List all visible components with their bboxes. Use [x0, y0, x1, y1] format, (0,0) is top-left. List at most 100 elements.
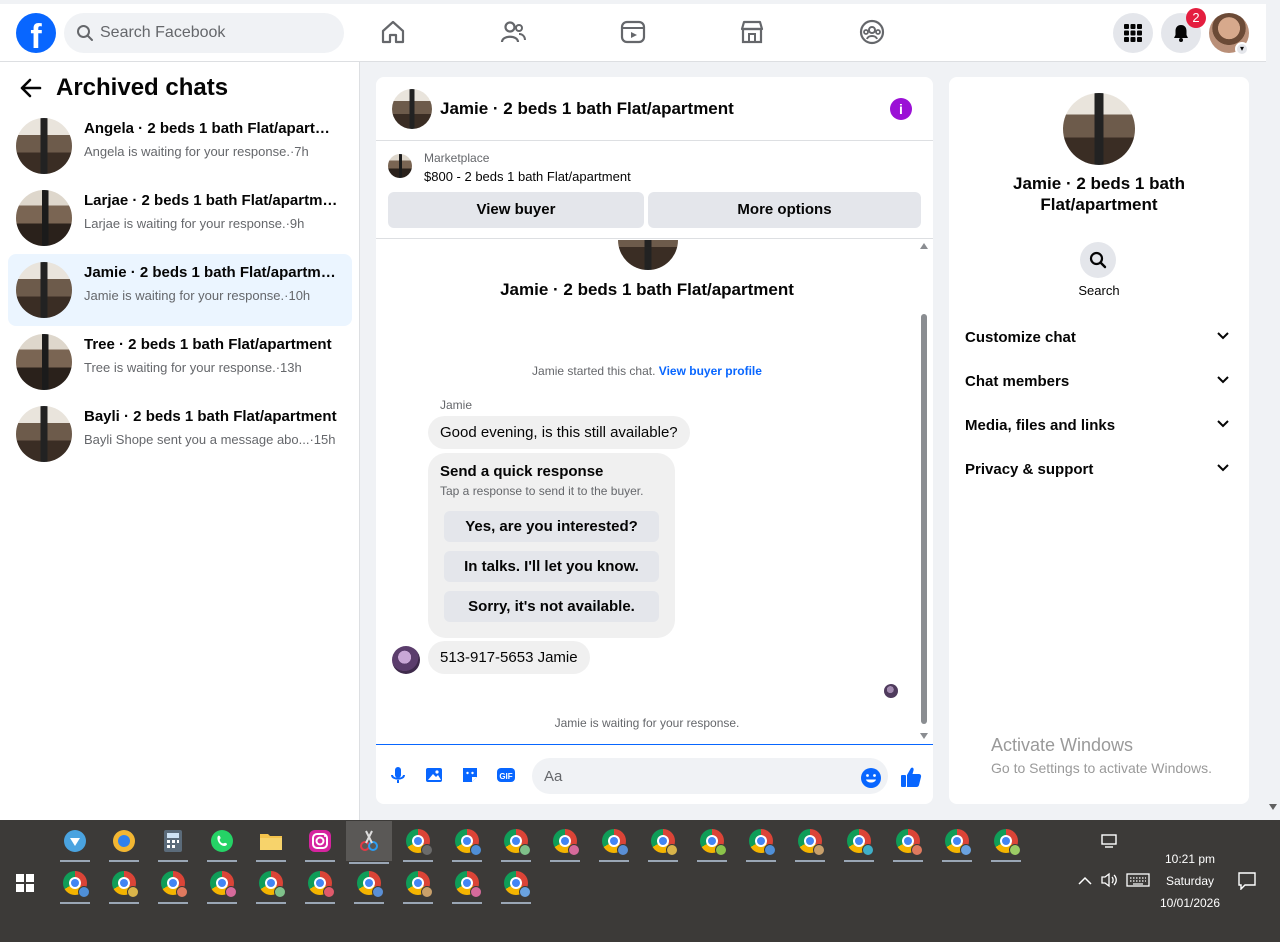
chat-avatar — [16, 262, 72, 318]
message-list[interactable]: Jamie · 2 beds 1 bath Flat/apartment Jam… — [376, 240, 933, 744]
chrome-profile-11[interactable] — [890, 823, 926, 862]
chrome-profile-13[interactable] — [988, 823, 1024, 862]
chrome-profile-8[interactable] — [743, 823, 779, 862]
chrome-profile-6[interactable] — [645, 823, 681, 862]
marketplace-icon[interactable] — [738, 18, 766, 46]
volume-icon[interactable] — [1100, 872, 1118, 888]
chat-avatar — [16, 406, 72, 462]
scroll-down-arrow-icon[interactable] — [920, 733, 928, 739]
gif-icon[interactable]: GIF — [496, 765, 516, 785]
view-buyer-profile-link[interactable]: View buyer profile — [659, 364, 762, 378]
message-bubble[interactable]: Good evening, is this still available? — [428, 416, 690, 449]
chrome-profile-21[interactable] — [400, 865, 436, 904]
sender-avatar[interactable] — [392, 646, 420, 674]
chrome-profile-20[interactable] — [351, 865, 387, 904]
listing-thumbnail[interactable] — [388, 154, 412, 178]
chrome-profile-2[interactable] — [449, 823, 485, 862]
chrome-profile-5[interactable] — [596, 823, 632, 862]
chevron-down-icon — [1217, 376, 1229, 384]
windows-start-icon[interactable] — [16, 874, 34, 892]
chrome-profile-19[interactable] — [302, 865, 338, 904]
taskbar-app[interactable] — [155, 823, 191, 862]
scroll-up-arrow-icon[interactable] — [920, 243, 928, 249]
network-icon[interactable] — [1101, 834, 1119, 848]
chat-item-tree[interactable]: Tree · 2 beds 1 bath Flat/apartment Tree… — [8, 326, 352, 398]
taskbar-app[interactable] — [204, 823, 240, 862]
taskbar-app[interactable] — [253, 823, 289, 862]
chevron-down-icon[interactable]: ▾ — [1235, 42, 1249, 56]
chrome-profile-4[interactable] — [547, 823, 583, 862]
chrome-icon — [651, 829, 678, 856]
taskbar-app[interactable] — [302, 823, 338, 862]
back-arrow-icon[interactable] — [20, 78, 42, 98]
conversation-title[interactable]: Jamie · 2 beds 1 bath Flat/apartment — [440, 99, 734, 119]
message-bubble[interactable]: 513-917-5653 Jamie — [428, 641, 590, 674]
bell-icon — [1174, 25, 1188, 42]
view-buyer-button[interactable]: View buyer — [388, 192, 644, 228]
message-scrollbar-thumb[interactable] — [921, 314, 927, 724]
sticker-icon[interactable] — [460, 765, 480, 785]
quick-response-option[interactable]: Yes, are you interested? — [444, 511, 659, 542]
shield-app-icon — [64, 830, 86, 852]
customize-chat-section[interactable]: Customize chat — [965, 320, 1235, 356]
search-input[interactable] — [100, 13, 330, 53]
search-icon — [77, 25, 93, 41]
instagram-icon — [309, 830, 331, 852]
details-avatar[interactable] — [1063, 93, 1135, 165]
taskbar-app-active[interactable] — [346, 821, 392, 864]
chat-item-jamie[interactable]: Jamie · 2 beds 1 bath Flat/apartment Jam… — [8, 254, 352, 326]
chrome-profile-12[interactable] — [939, 823, 975, 862]
quick-response-option[interactable]: Sorry, it's not available. — [444, 591, 659, 622]
chrome-profile-18[interactable] — [253, 865, 289, 904]
chrome-icon — [161, 871, 188, 898]
chat-avatar — [16, 190, 72, 246]
taskbar-app[interactable] — [57, 823, 93, 862]
video-icon[interactable] — [619, 18, 647, 46]
privacy-support-section[interactable]: Privacy & support — [965, 452, 1235, 488]
chrome-profile-23[interactable] — [498, 865, 534, 904]
chat-item-bayli[interactable]: Bayli · 2 beds 1 bath Flat/apartment Bay… — [8, 398, 352, 470]
chrome-profile-22[interactable] — [449, 865, 485, 904]
chrome-profile-3[interactable] — [498, 823, 534, 862]
chat-item-larjae[interactable]: Larjae · 2 beds 1 bath Flat/apartment La… — [8, 182, 352, 254]
menu-button[interactable] — [1113, 13, 1153, 53]
chat-item-angela[interactable]: Angela · 2 beds 1 bath Flat/apartment An… — [8, 110, 352, 182]
scroll-down-arrow-icon[interactable] — [1269, 804, 1277, 810]
search-box[interactable] — [64, 13, 344, 53]
message-input[interactable] — [532, 758, 888, 794]
quick-response-option[interactable]: In talks. I'll let you know. — [444, 551, 659, 582]
chrome-profile-15[interactable] — [106, 865, 142, 904]
chrome-profile-17[interactable] — [204, 865, 240, 904]
chat-members-section[interactable]: Chat members — [965, 364, 1235, 400]
chrome-profile-1[interactable] — [400, 823, 436, 862]
chrome-icon — [994, 829, 1021, 856]
chevron-up-icon[interactable] — [1078, 876, 1092, 886]
more-options-button[interactable]: More options — [648, 192, 921, 228]
intro-name: Jamie · 2 beds 1 bath Flat/apartment — [500, 280, 794, 299]
info-icon[interactable]: i — [890, 98, 912, 120]
groups-icon[interactable] — [858, 18, 886, 46]
facebook-logo[interactable]: f — [16, 13, 56, 53]
chrome-profile-14[interactable] — [57, 865, 93, 904]
notification-center-icon[interactable] — [1238, 872, 1256, 890]
friends-icon[interactable] — [499, 18, 527, 46]
details-search-button[interactable] — [1080, 242, 1116, 278]
clock-day[interactable]: Saturday — [1154, 874, 1226, 888]
clock-date[interactable]: 10/01/2026 — [1154, 896, 1226, 910]
page-scrollbar[interactable] — [1266, 0, 1280, 820]
photo-icon[interactable] — [424, 765, 444, 785]
emoji-icon[interactable] — [860, 767, 882, 789]
conversation-avatar[interactable] — [392, 89, 432, 129]
chrome-profile-9[interactable] — [792, 823, 828, 862]
media-files-links-section[interactable]: Media, files and links — [965, 408, 1235, 444]
chrome-profile-7[interactable] — [694, 823, 730, 862]
microphone-icon[interactable] — [388, 765, 408, 785]
listing-title[interactable]: $800 - 2 beds 1 bath Flat/apartment — [424, 169, 631, 184]
thumbs-up-icon[interactable] — [899, 765, 923, 789]
taskbar-app[interactable] — [106, 823, 142, 862]
keyboard-icon[interactable] — [1126, 873, 1150, 887]
chrome-profile-10[interactable] — [841, 823, 877, 862]
home-icon[interactable] — [379, 18, 407, 46]
clock-time[interactable]: 10:21 pm — [1154, 852, 1226, 866]
chrome-profile-16[interactable] — [155, 865, 191, 904]
